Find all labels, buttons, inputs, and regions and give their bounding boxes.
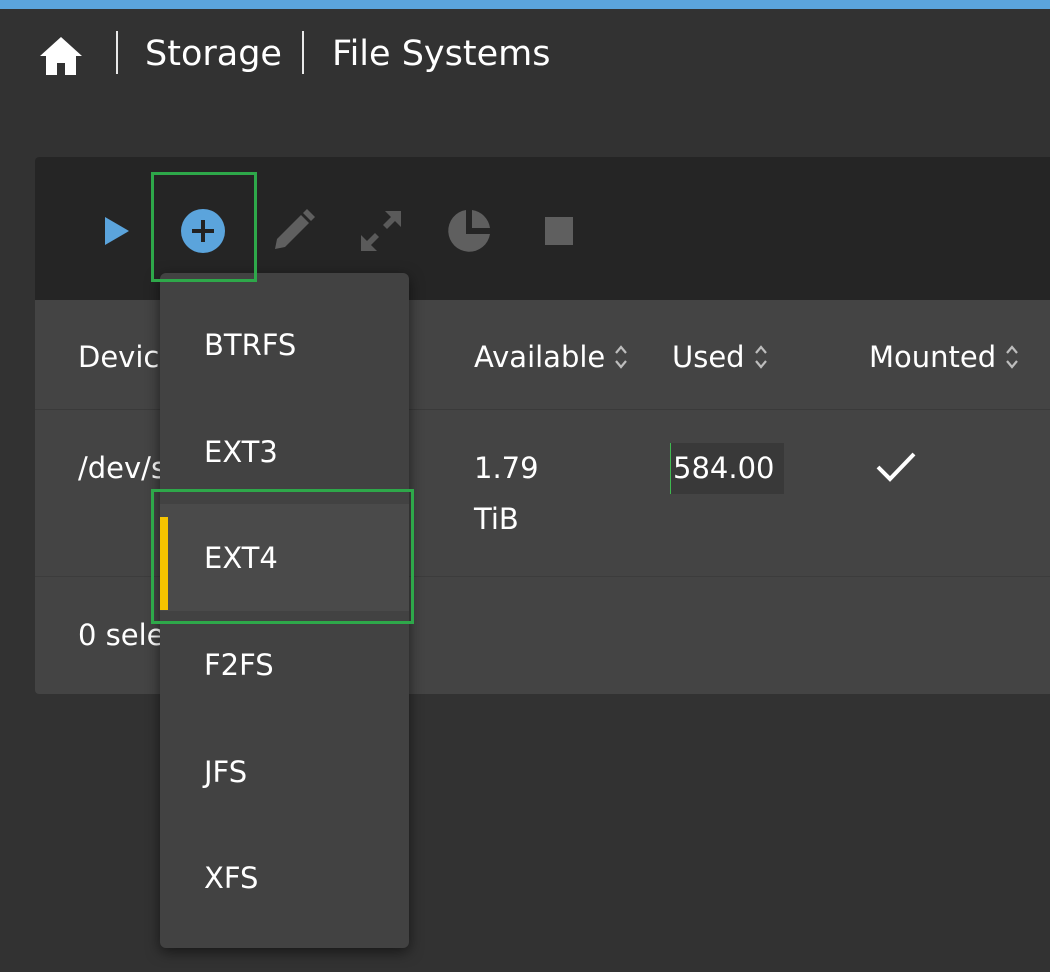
breadcrumb-storage[interactable]: Storage bbox=[145, 33, 282, 75]
cell-available-unit: TiB bbox=[474, 502, 519, 536]
expand-icon[interactable] bbox=[357, 207, 405, 255]
selection-count: 0 sele bbox=[78, 618, 165, 652]
menu-item-ext4[interactable]: EXT4 bbox=[160, 504, 409, 611]
stop-icon[interactable] bbox=[535, 211, 583, 251]
breadcrumb-file-systems: File Systems bbox=[332, 34, 551, 74]
menu-item-jfs[interactable]: JFS bbox=[160, 718, 409, 825]
column-header-used[interactable]: Used bbox=[672, 339, 768, 375]
sort-icon bbox=[754, 345, 767, 369]
menu-item-f2fs[interactable]: F2FS bbox=[160, 611, 409, 718]
column-header-used-label: Used bbox=[672, 340, 745, 374]
pie-chart-icon[interactable] bbox=[445, 207, 493, 255]
cell-used: 584.00 bbox=[670, 443, 785, 494]
filesystem-type-menu: BTRFS EXT3 EXT4 F2FS JFS XFS bbox=[160, 273, 409, 948]
breadcrumb-separator bbox=[116, 31, 118, 74]
play-icon[interactable] bbox=[97, 209, 137, 253]
edit-pencil-icon[interactable] bbox=[269, 207, 317, 255]
column-header-available[interactable]: Available bbox=[474, 339, 628, 375]
cell-available-value: 1.79 bbox=[474, 451, 539, 485]
menu-item-btrfs[interactable]: BTRFS bbox=[160, 291, 409, 398]
top-accent-bar bbox=[0, 0, 1050, 9]
column-header-mounted[interactable]: Mounted bbox=[869, 339, 1019, 375]
menu-item-ext4-label: EXT4 bbox=[204, 540, 278, 575]
sort-icon bbox=[615, 345, 628, 369]
cell-device: /dev/s bbox=[78, 451, 167, 485]
mounted-check-icon bbox=[873, 443, 919, 505]
home-icon[interactable] bbox=[38, 35, 84, 77]
menu-item-ext3[interactable]: EXT3 bbox=[160, 398, 409, 505]
column-header-mounted-label: Mounted bbox=[869, 340, 997, 374]
breadcrumb-separator bbox=[302, 31, 304, 74]
selection-indicator bbox=[160, 517, 168, 610]
column-header-available-label: Available bbox=[474, 340, 606, 374]
add-circle-icon[interactable] bbox=[179, 207, 227, 255]
breadcrumb: Storage File Systems bbox=[0, 9, 1050, 99]
menu-item-xfs[interactable]: XFS bbox=[160, 824, 409, 931]
sort-icon bbox=[1006, 345, 1019, 369]
